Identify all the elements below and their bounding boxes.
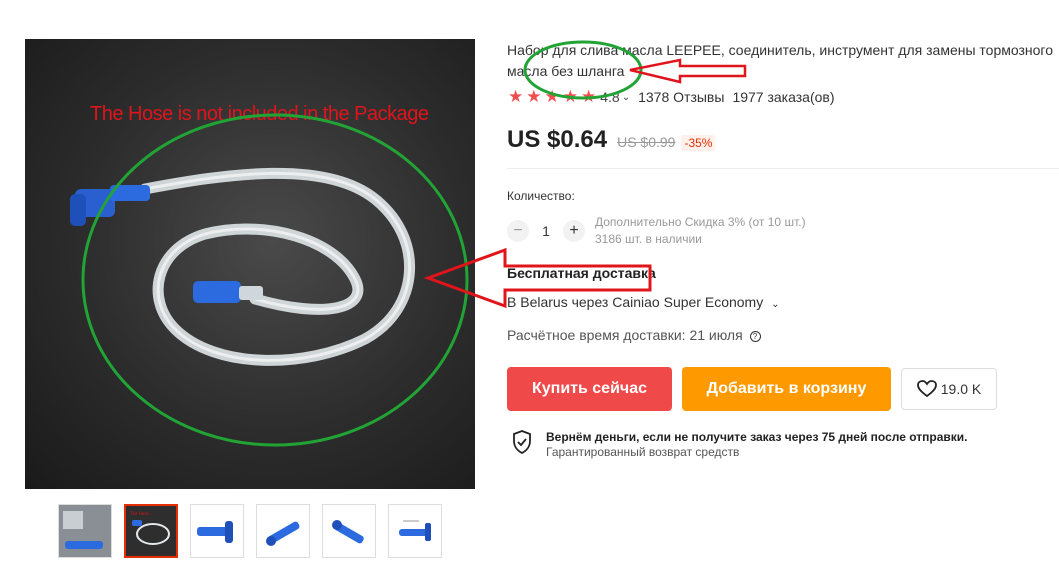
bulk-discount-text: Дополнительно Скидка 3% (от 10 шт.) bbox=[595, 215, 806, 229]
reviews-link[interactable]: 1378 Отзывы bbox=[638, 89, 724, 105]
add-to-cart-button[interactable]: Добавить в корзину bbox=[682, 367, 891, 411]
no-hose-overlay-text: The Hose is not included in the Package bbox=[90, 103, 429, 125]
buyer-protection: Вернём деньги, если не получите заказ че… bbox=[512, 430, 968, 460]
product-title: Набор для слива масла LEEPEE, соединител… bbox=[507, 42, 1054, 79]
thumbnail-5[interactable] bbox=[322, 504, 376, 558]
divider bbox=[507, 168, 1059, 169]
quantity-label: Количество: bbox=[507, 189, 575, 203]
current-price: US $0.64 bbox=[507, 126, 608, 153]
thumbnail-1[interactable] bbox=[58, 504, 112, 558]
delivery-time: Расчётное время доставки: 21 июля ? bbox=[507, 327, 761, 343]
wishlist-button[interactable]: 19.0 K bbox=[901, 368, 997, 410]
stock-text: 3186 шт. в наличии bbox=[595, 232, 702, 246]
heart-icon bbox=[916, 380, 937, 398]
thumbnail-3[interactable] bbox=[190, 504, 244, 558]
shipping-method-text: В Belarus через Cainiao Super Economy bbox=[507, 294, 764, 310]
quantity-minus-button[interactable]: − bbox=[507, 220, 529, 242]
star-icon: ★ bbox=[562, 87, 578, 106]
chevron-down-icon: ⌄ bbox=[771, 299, 780, 310]
old-price: US $0.99 bbox=[617, 134, 676, 150]
shipping-title: Бесплатная доставка bbox=[507, 265, 656, 281]
rating-row: ★ ★ ★ ★ ★ 4.8 ⌄ 1378 Отзывы 1977 заказа(… bbox=[508, 88, 835, 106]
quantity-input[interactable]: 1 bbox=[529, 223, 563, 239]
thumbnail-2[interactable]: The Hose... bbox=[124, 504, 178, 558]
star-icon: ★ bbox=[581, 87, 597, 106]
quantity-plus-button[interactable]: + bbox=[563, 220, 585, 242]
buy-now-button[interactable]: Купить сейчас bbox=[507, 367, 672, 411]
wishlist-count: 19.0 K bbox=[940, 381, 982, 397]
quantity-stepper: − 1 + Дополнительно Скидка 3% (от 10 шт.… bbox=[507, 214, 806, 248]
thumbnail-strip: The Hose... bbox=[58, 504, 442, 558]
rating-value[interactable]: 4.8 bbox=[600, 89, 619, 105]
shipping-method-selector[interactable]: В Belarus через Cainiao Super Economy ⌄ bbox=[507, 294, 780, 310]
svg-text:The Hose...: The Hose... bbox=[129, 511, 153, 516]
thumbnail-4[interactable] bbox=[256, 504, 310, 558]
shield-check-icon bbox=[513, 430, 531, 454]
discount-badge: -35% bbox=[681, 135, 716, 151]
chevron-down-icon[interactable]: ⌄ bbox=[622, 92, 630, 103]
thumbnail-6[interactable] bbox=[388, 504, 442, 558]
star-rating: ★ ★ ★ ★ ★ bbox=[508, 88, 596, 106]
guarantee-main-text: Вернём деньги, если не получите заказ че… bbox=[546, 430, 968, 444]
orders-count: 1977 заказа(ов) bbox=[732, 89, 835, 105]
delivery-time-text: Расчётное время доставки: 21 июля bbox=[507, 327, 743, 343]
help-icon[interactable]: ? bbox=[749, 330, 761, 342]
guarantee-sub-text: Гарантированный возврат средств bbox=[546, 445, 740, 459]
main-product-image[interactable]: The Hose is not included in the Package bbox=[25, 39, 475, 489]
star-icon: ★ bbox=[526, 87, 542, 106]
star-icon: ★ bbox=[508, 87, 524, 106]
quantity-info: Дополнительно Скидка 3% (от 10 шт.) 3186… bbox=[595, 214, 806, 248]
price-row: US $0.64 US $0.99 -35% bbox=[507, 126, 716, 154]
star-icon: ★ bbox=[544, 87, 560, 106]
